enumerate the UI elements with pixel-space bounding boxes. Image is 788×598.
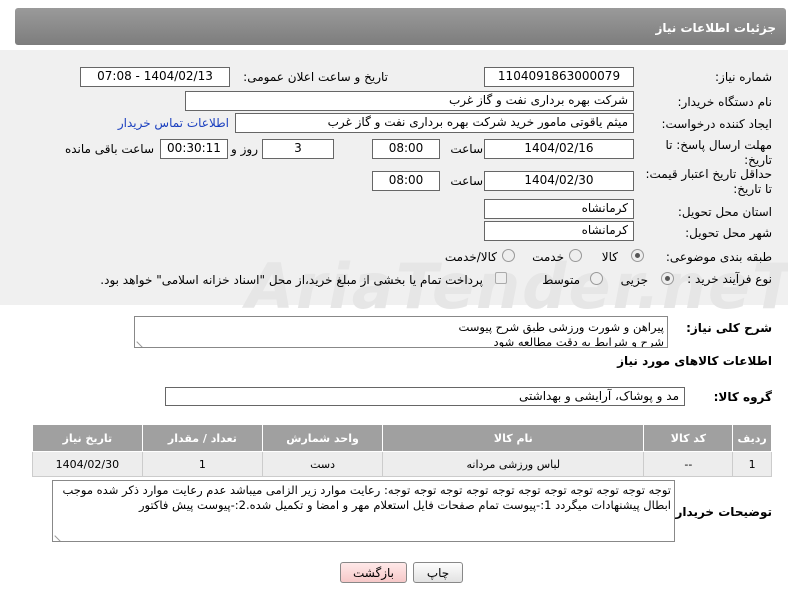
description-textarea[interactable]: پیراهن و شورت ورزشی طبق شرح پیوست شرح و … [134, 316, 668, 348]
category-radio-service[interactable] [569, 249, 582, 262]
city-field: کرمانشاه [484, 221, 634, 241]
province-field: کرمانشاه [484, 199, 634, 219]
category-radio-goods[interactable] [631, 249, 644, 262]
contact-buyer-link[interactable]: اطلاعات تماس خریدار [118, 116, 229, 130]
col-header-name: نام کالا [382, 424, 645, 452]
process-label: نوع فرآیند خرید : [687, 272, 772, 286]
need-number-label: شماره نیاز: [715, 70, 772, 84]
buyer-notes-label: توضیحات خریدار: [670, 505, 772, 519]
goods-section-title: اطلاعات کالاهای مورد نیاز [617, 354, 772, 368]
remaining-time-label: ساعت باقی مانده [64, 142, 154, 156]
price-time-field: 08:00 [372, 171, 440, 191]
city-label: شهر محل تحویل: [685, 226, 772, 240]
process-radio-medium[interactable] [590, 272, 603, 285]
reply-deadline-label-line2: تاریخ: [744, 153, 772, 167]
reply-deadline-label: مهلت ارسال پاسخ: تا [665, 138, 772, 152]
description-line-2: شرح و شرایط به دقت مطالعه شود [493, 335, 664, 348]
col-header-date: تاریخ نیاز [32, 424, 143, 452]
back-button[interactable]: بازگشت [340, 562, 407, 583]
creator-field: میثم یاقوتی مامور خرید شرکت بهره برداری … [235, 113, 634, 133]
description-line-1: پیراهن و شورت ورزشی طبق شرح پیوست [458, 320, 664, 334]
reply-time-label: ساعت [450, 142, 483, 156]
col-header-code: کد کالا [643, 424, 734, 452]
cell-unit: دست [261, 451, 384, 477]
process-option-medium: متوسط [542, 273, 580, 287]
reply-date-field: 1404/02/16 [484, 139, 634, 159]
page-title: جزئیات اطلاعات نیاز [655, 21, 776, 35]
payment-treasury-checkbox[interactable] [495, 272, 507, 284]
category-option-service: خدمت [532, 250, 564, 264]
col-header-unit: واحد شمارش [261, 424, 384, 452]
price-validity-label-line1: حداقل تاریخ اعتبار قیمت: [645, 167, 772, 181]
category-option-both: کالا/خدمت [444, 250, 497, 264]
cell-name: لباس ورزشی مردانه [382, 451, 645, 477]
print-button[interactable]: چاپ [413, 562, 463, 583]
price-validity-label-2: تا تاریخ: [733, 182, 772, 196]
cell-row: 1 [732, 451, 772, 477]
col-header-row: ردیف [732, 424, 772, 452]
col-header-qty: تعداد / مقدار [141, 424, 263, 452]
cell-code: -- [643, 451, 734, 477]
province-label: استان محل تحویل: [677, 205, 772, 219]
goods-table-header-row: ردیف کد کالا نام کالا واحد شمارش تعداد /… [32, 424, 772, 452]
category-radio-both[interactable] [502, 249, 515, 262]
payment-note: پرداخت تمام یا بخشی از مبلغ خرید،از محل … [100, 273, 483, 287]
price-validity-label: حداقل تاریخ اعتبار قیمت: [645, 167, 772, 181]
buyer-notes-text: توجه توجه توجه توجه توجه توجه توجه توجه … [62, 483, 671, 512]
buyer-notes-textarea[interactable]: توجه توجه توجه توجه توجه توجه توجه توجه … [52, 480, 675, 542]
price-date-field: 1404/02/30 [484, 171, 634, 191]
goods-table: ردیف کد کالا نام کالا واحد شمارش تعداد /… [32, 424, 772, 477]
reply-time-field: 08:00 [372, 139, 440, 159]
days-field: 3 [262, 139, 334, 159]
price-time-label: ساعت [450, 174, 483, 188]
buyer-org-label: نام دستگاه خریدار: [677, 95, 773, 109]
need-number-field: 1104091863000079 [484, 67, 634, 87]
goods-group-label: گروه کالا: [713, 390, 772, 404]
resize-grip-icon[interactable] [54, 530, 66, 541]
announce-label: تاریخ و ساعت اعلان عمومی: [243, 70, 388, 84]
creator-label: ایجاد کننده درخواست: [661, 117, 772, 131]
days-label: روز و [231, 142, 258, 156]
category-option-goods: کالا [601, 250, 618, 264]
category-label: طبقه بندی موضوعی: [665, 250, 772, 264]
price-validity-label-line2: تا تاریخ: [733, 182, 772, 196]
reply-deadline-label-2: تاریخ: [744, 153, 772, 167]
process-radio-minor[interactable] [661, 272, 674, 285]
page-header: جزئیات اطلاعات نیاز [15, 8, 786, 45]
process-option-minor: جزیی [620, 273, 648, 287]
description-label: شرح کلی نیاز: [686, 321, 772, 335]
cell-date: 1404/02/30 [32, 451, 143, 477]
announce-field: 1404/02/13 - 07:08 [80, 67, 230, 87]
buyer-org-field: شرکت بهره برداری نفت و گاز غرب [185, 91, 634, 111]
reply-deadline-label-line1: مهلت ارسال پاسخ: تا [665, 138, 772, 152]
table-row: 1 -- لباس ورزشی مردانه دست 1 1404/02/30 [32, 451, 772, 477]
remaining-time-field: 00:30:11 [160, 139, 228, 159]
goods-group-field: مد و پوشاک، آرایشی و بهداشتی [165, 387, 685, 406]
cell-qty: 1 [141, 451, 263, 477]
